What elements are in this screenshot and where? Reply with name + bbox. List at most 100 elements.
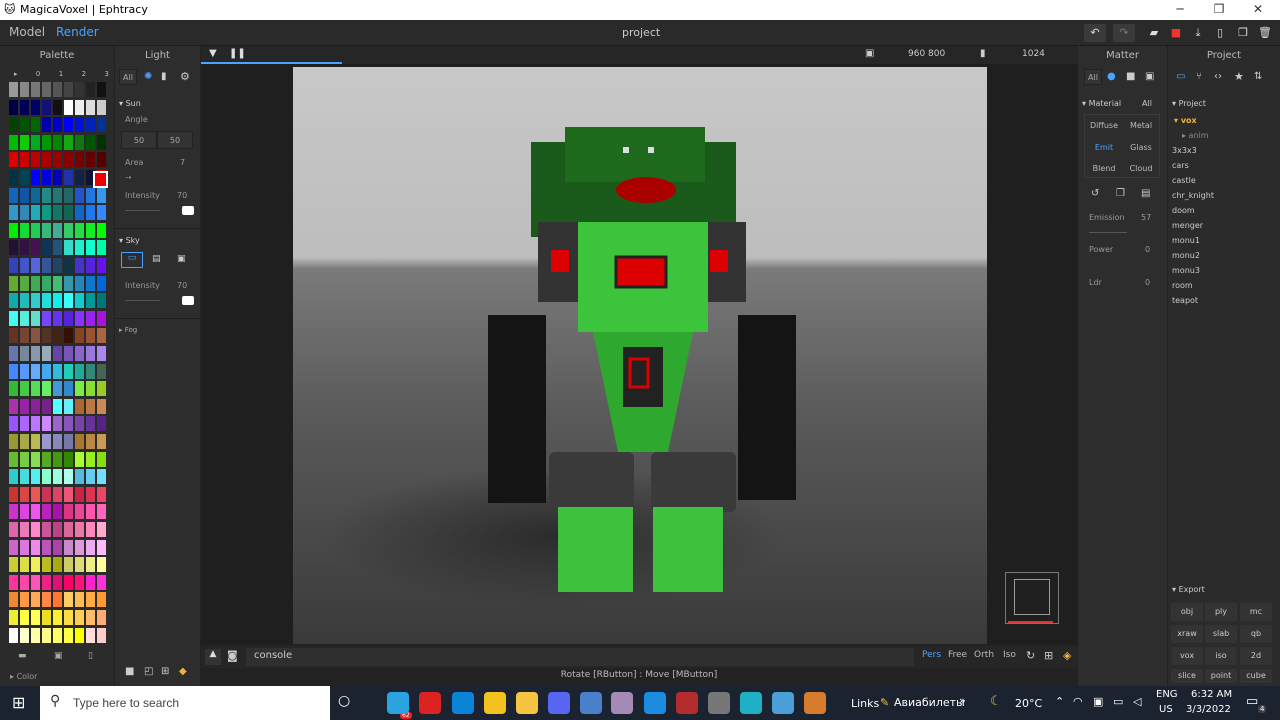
palette-swatch[interactable] [64, 310, 73, 326]
material-cloud[interactable]: Cloud [1123, 164, 1159, 173]
palette-swatch[interactable] [97, 346, 106, 361]
copy-icon[interactable]: ❐ [1232, 24, 1254, 42]
palette-swatch[interactable] [20, 416, 29, 432]
sky-color-icon[interactable]: ▭ [121, 252, 143, 268]
cube-icon[interactable]: ◈ [1063, 649, 1071, 662]
palette-swatch[interactable] [64, 574, 73, 590]
weather-temp[interactable]: 20°C [1015, 697, 1042, 710]
palette-swatch[interactable] [42, 539, 51, 555]
palette-swatch[interactable] [53, 310, 62, 326]
palette-swatch[interactable] [9, 187, 18, 203]
undo-icon[interactable]: ↶ [1084, 24, 1106, 42]
palette-swatch[interactable] [86, 293, 95, 309]
sky-image-icon[interactable]: ▣ [177, 254, 186, 264]
project-file-item[interactable]: menger [1172, 221, 1203, 230]
palette-swatch[interactable] [64, 451, 73, 467]
palette-swatch[interactable] [20, 328, 29, 344]
export-cube-button[interactable]: cube [1240, 669, 1272, 683]
palette-swatch[interactable] [42, 117, 51, 133]
palette-tab-1[interactable]: 1 [59, 70, 63, 78]
game-icon[interactable] [708, 692, 730, 714]
palette-swatch[interactable] [75, 328, 84, 344]
palette-swatch[interactable] [42, 170, 51, 185]
palette-swatch[interactable] [75, 275, 84, 291]
palette-file-icon[interactable]: ▯ [88, 651, 93, 661]
palette-tab-3[interactable]: 3 [104, 70, 108, 78]
emission-slider[interactable] [1089, 232, 1127, 233]
palette-swatch[interactable] [97, 627, 106, 643]
palette-swatch[interactable] [9, 293, 18, 309]
palette-swatch[interactable] [31, 486, 40, 502]
palette-swatch[interactable] [31, 258, 40, 273]
material-metal[interactable]: Metal [1123, 121, 1159, 130]
palette-swatch[interactable] [20, 346, 29, 361]
palette-swatch[interactable] [75, 240, 84, 256]
palette-swatch[interactable] [9, 557, 18, 573]
palette-swatch[interactable] [31, 275, 40, 291]
palette-swatch[interactable] [9, 117, 18, 133]
palette-swatch[interactable] [86, 240, 95, 256]
palette-swatch[interactable] [9, 469, 18, 485]
palette-swatch[interactable] [64, 539, 73, 555]
sky-gradient-icon[interactable]: ▤ [152, 254, 161, 264]
palette-swatch[interactable] [9, 416, 18, 432]
palette-swatch[interactable] [86, 557, 95, 573]
palette-swatch[interactable] [53, 522, 62, 537]
palette-swatch[interactable] [64, 275, 73, 291]
app-icon[interactable] [580, 692, 602, 714]
project-file-item[interactable]: ▸ anim [1182, 131, 1209, 140]
star-icon[interactable]: ★ [1234, 70, 1244, 83]
palette-swatch[interactable] [64, 205, 73, 221]
project-file-item[interactable]: monu3 [1172, 266, 1200, 275]
sun-intensity-value[interactable]: 70 [177, 191, 187, 200]
palette-swatch[interactable] [97, 152, 106, 168]
palette-swatch[interactable] [64, 557, 73, 573]
browser-icon[interactable] [804, 692, 826, 714]
palette-swatch[interactable] [75, 310, 84, 326]
palette-swatch[interactable] [9, 258, 18, 273]
palette-swatch[interactable] [53, 469, 62, 485]
palette-swatch[interactable] [75, 434, 84, 449]
palette-swatch[interactable] [42, 434, 51, 449]
palette-swatch[interactable] [9, 363, 18, 379]
palette-swatch[interactable] [9, 539, 18, 555]
palette-swatch[interactable] [20, 275, 29, 291]
palette-swatch[interactable] [86, 486, 95, 502]
tray-chevron-icon[interactable]: ⌃ [1055, 695, 1064, 708]
palette-swatch[interactable] [20, 486, 29, 502]
palette-swatch[interactable] [20, 363, 29, 379]
palette-swatch[interactable] [97, 469, 106, 485]
export-point-button[interactable]: point [1205, 669, 1237, 683]
palette-swatch[interactable] [42, 328, 51, 344]
palette-swatch[interactable] [53, 240, 62, 256]
palette-swatch[interactable] [86, 539, 95, 555]
export-vox-button[interactable]: vox [1171, 647, 1203, 665]
redo-icon[interactable]: ↷ [1113, 24, 1135, 42]
palette-swatch[interactable] [97, 363, 106, 379]
palette-swatch[interactable] [9, 152, 18, 168]
material-section[interactable]: ▾ Material [1082, 99, 1121, 108]
view-mode-iso[interactable]: Iso [1003, 650, 1016, 660]
palette-swatch[interactable] [20, 152, 29, 168]
palette-swatch[interactable] [31, 328, 40, 344]
palette-swatch[interactable] [97, 82, 106, 97]
paste-material-icon[interactable]: ▤ [1141, 188, 1150, 199]
project-file-item[interactable]: doom [1172, 206, 1195, 215]
palette-swatch[interactable] [75, 627, 84, 643]
palette-swatch[interactable] [97, 451, 106, 467]
palette-swatch[interactable] [9, 82, 18, 97]
console-input[interactable]: console [246, 648, 914, 666]
palette-swatch[interactable] [64, 170, 73, 185]
open-folder-icon[interactable]: ▰ [1143, 24, 1165, 42]
palette-swatch[interactable] [42, 398, 51, 414]
palette-swatch[interactable] [31, 592, 40, 608]
project-file-item[interactable]: monu2 [1172, 251, 1200, 260]
palette-swatch[interactable] [97, 398, 106, 414]
palette-swatch[interactable] [53, 627, 62, 643]
palette-swatch[interactable] [53, 610, 62, 625]
export-slice-button[interactable]: slice [1171, 669, 1203, 683]
copy-material-icon[interactable]: ❐ [1116, 188, 1125, 199]
palette-swatch[interactable] [97, 416, 106, 432]
camera-icon[interactable]: ■ [1126, 71, 1135, 82]
palette-swatch[interactable] [86, 522, 95, 537]
